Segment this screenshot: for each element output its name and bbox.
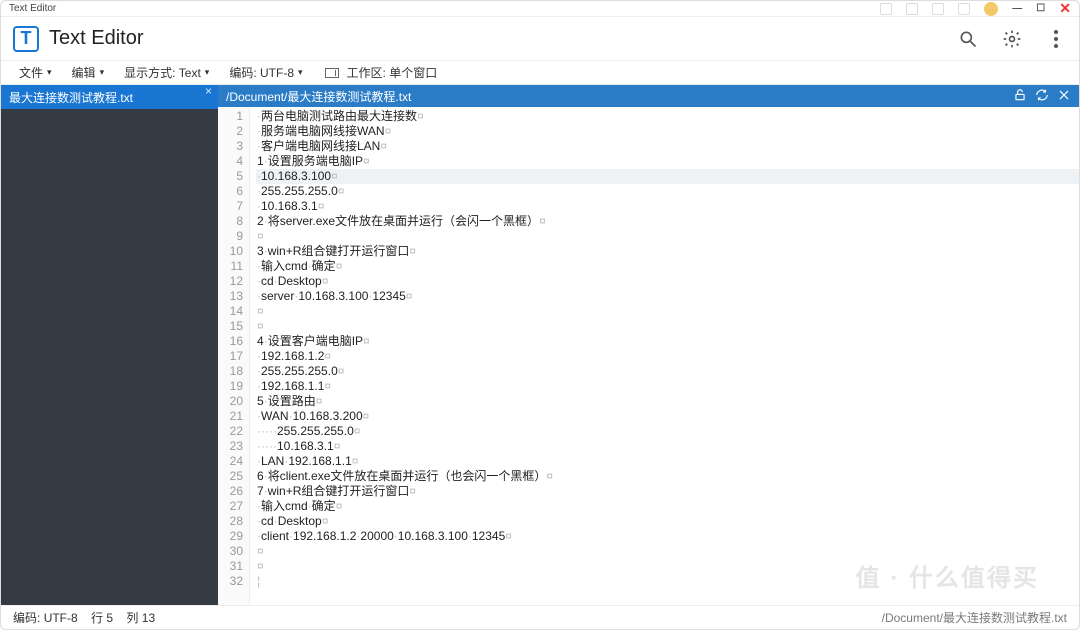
workspace-icon (325, 68, 339, 78)
menu-display[interactable]: 显示方式: Text▾ (116, 61, 217, 84)
file-path-bar: /Document/最大连接数测试教程.txt (218, 85, 1079, 107)
status-bar: 编码: UTF-8 行 5 列 13 /Document/最大连接数测试教程.t… (1, 605, 1079, 629)
menu-encoding[interactable]: 编码: UTF-8▾ (221, 61, 310, 84)
menu-file[interactable]: 文件▾ (11, 61, 60, 84)
titlebar-tool-icon[interactable] (880, 3, 892, 15)
titlebar-tool-icon[interactable] (958, 3, 970, 15)
tab-close-icon[interactable]: × (205, 84, 212, 98)
more-menu-icon[interactable] (1045, 28, 1067, 50)
text-editor[interactable]: 1234567891011121314151617181920212223242… (218, 107, 1079, 605)
sidebar-tab[interactable]: 最大连接数测试教程.txt × (1, 85, 218, 109)
panel-close-icon[interactable] (1057, 88, 1071, 105)
titlebar-tool-icon[interactable] (906, 3, 918, 15)
sidebar: 最大连接数测试教程.txt × (1, 85, 218, 605)
titlebar-brand-icon (984, 2, 998, 16)
minimize-button[interactable]: — (1012, 3, 1022, 14)
menu-workspace: 工作区: 单个窗口 (347, 61, 446, 84)
file-path: /Document/最大连接数测试教程.txt (226, 88, 411, 105)
sync-icon[interactable] (1035, 88, 1049, 105)
code-area[interactable]: ·两台电脑测试路由最大连接数¤·服务端电脑网线接WAN¤·客户端电脑网线接LAN… (250, 107, 1079, 605)
menu-bar: 文件▾ 编辑▾ 显示方式: Text▾ 编码: UTF-8▾ 工作区: 单个窗口 (1, 61, 1079, 85)
status-row: 行 5 (91, 609, 113, 626)
app-title: Text Editor (49, 27, 143, 50)
window-titlebar: Text Editor — ☐ ✕ (1, 1, 1079, 17)
app-header: T Text Editor (1, 17, 1079, 61)
close-button[interactable]: ✕ (1059, 0, 1071, 17)
maximize-button[interactable]: ☐ (1036, 3, 1045, 14)
app-logo-icon: T (13, 26, 39, 52)
window-title: Text Editor (9, 3, 56, 14)
unlock-icon[interactable] (1013, 88, 1027, 105)
line-gutter: 1234567891011121314151617181920212223242… (218, 107, 250, 605)
status-col: 列 13 (126, 609, 155, 626)
sidebar-tab-label: 最大连接数测试教程.txt (9, 89, 133, 106)
status-filepath: /Document/最大连接数测试教程.txt (882, 609, 1067, 626)
search-icon[interactable] (957, 28, 979, 50)
titlebar-tool-icon[interactable] (932, 3, 944, 15)
status-encoding: 编码: UTF-8 (13, 609, 78, 626)
settings-gear-icon[interactable] (1001, 28, 1023, 50)
menu-edit[interactable]: 编辑▾ (64, 61, 113, 84)
